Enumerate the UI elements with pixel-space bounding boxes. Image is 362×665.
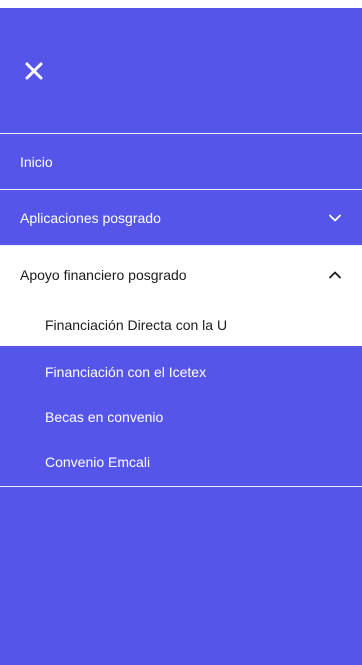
menu-item-aplicaciones-posgrado[interactable]: Aplicaciones posgrado — [0, 190, 362, 246]
submenu-item-label: Financiación Directa con la U — [45, 317, 228, 333]
menu-group-apoyo-financiero: Apoyo financiero posgrado Financiación D… — [0, 246, 362, 487]
submenu-item-label: Becas en convenio — [45, 408, 164, 425]
chevron-up-icon[interactable] — [328, 268, 342, 282]
close-button[interactable] — [21, 58, 47, 84]
menu-item-apoyo-financiero-posgrado[interactable]: Apoyo financiero posgrado — [0, 246, 362, 304]
menu-item-inicio[interactable]: Inicio — [0, 134, 362, 190]
close-icon — [21, 58, 47, 84]
submenu-item-label: Financiación con el Icetex — [45, 363, 207, 380]
mobile-menu-panel: Inicio Aplicaciones posgrado Apoyo finan… — [0, 8, 362, 665]
submenu-item-convenio-emcali[interactable]: Convenio Emcali — [0, 439, 362, 484]
nav-menu: Inicio Aplicaciones posgrado Apoyo finan… — [0, 133, 362, 487]
chevron-down-icon[interactable] — [328, 211, 342, 225]
submenu-list: Financiación con el Icetex Becas en conv… — [0, 346, 362, 487]
submenu-item-becas-convenio[interactable]: Becas en convenio — [0, 394, 362, 439]
menu-item-label: Apoyo financiero posgrado — [20, 267, 187, 283]
submenu-item-financiacion-directa[interactable]: Financiación Directa con la U — [0, 304, 362, 346]
submenu-item-financiacion-icetex[interactable]: Financiación con el Icetex — [0, 349, 362, 394]
menu-item-label: Inicio — [20, 153, 53, 170]
menu-item-label: Aplicaciones posgrado — [20, 209, 161, 226]
submenu-item-label: Convenio Emcali — [45, 453, 151, 470]
